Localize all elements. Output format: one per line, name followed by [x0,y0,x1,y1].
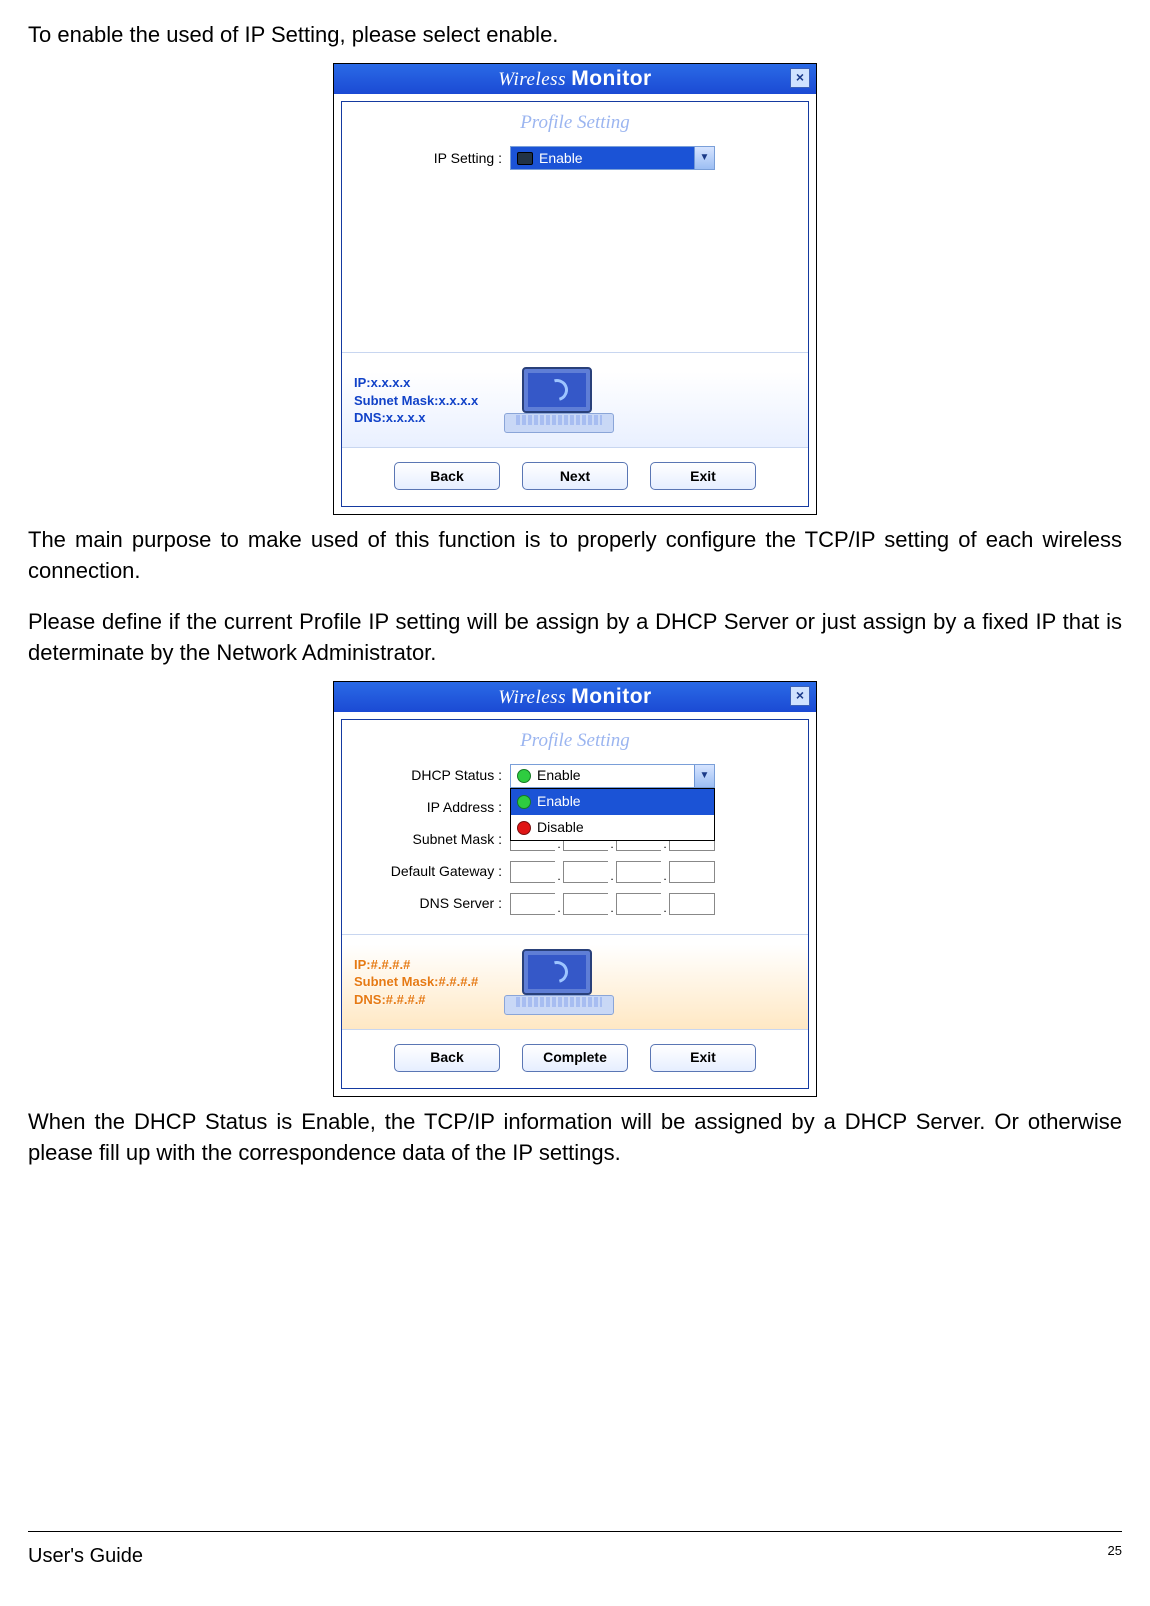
pc-icon [517,152,533,165]
ip-setting-label: IP Setting : [350,149,510,169]
footer-title: User's Guide [28,1542,143,1570]
ip-setting-row: IP Setting : Enable ▼ [350,144,800,172]
option-label: Enable [537,792,581,812]
ip-address-label: IP Address : [350,798,510,818]
title-suffix: Monitor [571,685,651,708]
banner-ip: IP:#.#.#.# [354,956,478,974]
banner-dns: DNS:#.#.#.# [354,991,478,1009]
banner-mask: Subnet Mask:#.#.#.# [354,973,478,991]
dhcp-row: DHCP Status : Enable ▼ Enable [350,762,800,790]
info-banner: IP:x.x.x.x Subnet Mask:x.x.x.x DNS:x.x.x… [342,352,808,448]
banner-mask: Subnet Mask:x.x.x.x [354,392,478,410]
dhcp-option-enable[interactable]: Enable [511,789,714,815]
dialog-body: Profile Setting IP Setting : Enable ▼ IP… [341,101,809,508]
subnet-mask-label: Subnet Mask : [350,830,510,850]
gateway-row: Default Gateway : ... [350,858,800,886]
option-label: Disable [537,818,584,838]
exit-button[interactable]: Exit [650,1044,756,1072]
dns-label: DNS Server : [350,894,510,914]
intro-text-4: When the DHCP Status is Enable, the TCP/… [28,1107,1122,1169]
intro-text-2: The main purpose to make used of this fu… [28,525,1122,587]
dhcp-option-disable[interactable]: Disable [511,815,714,841]
button-bar: Back Next Exit [342,448,808,506]
titlebar-text: Wireless Monitor [498,682,651,712]
wireless-monitor-dialog-2: Wireless Monitor × Profile Setting DHCP … [333,681,817,1098]
button-bar: Back Complete Exit [342,1030,808,1088]
complete-button[interactable]: Complete [522,1044,628,1072]
exit-button[interactable]: Exit [650,462,756,490]
back-button[interactable]: Back [394,462,500,490]
title-prefix: Wireless [498,687,566,708]
status-enable-icon [517,769,531,783]
banner-ip: IP:x.x.x.x [354,374,478,392]
laptop-icon [492,947,622,1017]
page-footer: User's Guide 25 [28,1542,1122,1570]
form-area: DHCP Status : Enable ▼ Enable [342,760,808,934]
banner-text: IP:#.#.#.# Subnet Mask:#.#.#.# DNS:#.#.#… [354,956,478,1009]
gateway-input[interactable]: ... [510,860,715,884]
chevron-down-icon[interactable]: ▼ [694,147,714,169]
close-icon[interactable]: × [790,686,810,706]
status-enable-icon [517,795,531,809]
back-button[interactable]: Back [394,1044,500,1072]
form-area: IP Setting : Enable ▼ [342,142,808,352]
intro-text-3: Please define if the current Profile IP … [28,607,1122,669]
dhcp-dropdown-list: Enable Disable [510,788,715,841]
ip-setting-value: Enable [539,149,583,169]
dhcp-dropdown[interactable]: Enable ▼ Enable Disable [510,764,715,788]
dialog-subtitle: Profile Setting [342,720,808,761]
banner-text: IP:x.x.x.x Subnet Mask:x.x.x.x DNS:x.x.x… [354,374,478,427]
titlebar: Wireless Monitor × [334,64,816,94]
wireless-monitor-dialog-1: Wireless Monitor × Profile Setting IP Se… [333,63,817,516]
intro-text-1: To enable the used of IP Setting, please… [28,20,1122,51]
dns-input[interactable]: ... [510,892,715,916]
banner-dns: DNS:x.x.x.x [354,409,478,427]
dialog-body: Profile Setting DHCP Status : Enable ▼ E… [341,719,809,1090]
titlebar: Wireless Monitor × [334,682,816,712]
chevron-down-icon[interactable]: ▼ [694,765,714,787]
title-suffix: Monitor [571,67,651,90]
page-number: 25 [1108,1542,1122,1570]
footer-divider [28,1531,1122,1532]
dhcp-label: DHCP Status : [350,766,510,786]
dialog-subtitle: Profile Setting [342,102,808,143]
close-icon[interactable]: × [790,68,810,88]
next-button[interactable]: Next [522,462,628,490]
title-prefix: Wireless [498,69,566,90]
status-disable-icon [517,821,531,835]
dns-row: DNS Server : ... [350,890,800,918]
laptop-icon [492,365,622,435]
info-banner: IP:#.#.#.# Subnet Mask:#.#.#.# DNS:#.#.#… [342,934,808,1030]
titlebar-text: Wireless Monitor [498,64,651,94]
dhcp-value: Enable [537,766,581,786]
gateway-label: Default Gateway : [350,862,510,882]
ip-setting-dropdown[interactable]: Enable ▼ [510,146,715,170]
